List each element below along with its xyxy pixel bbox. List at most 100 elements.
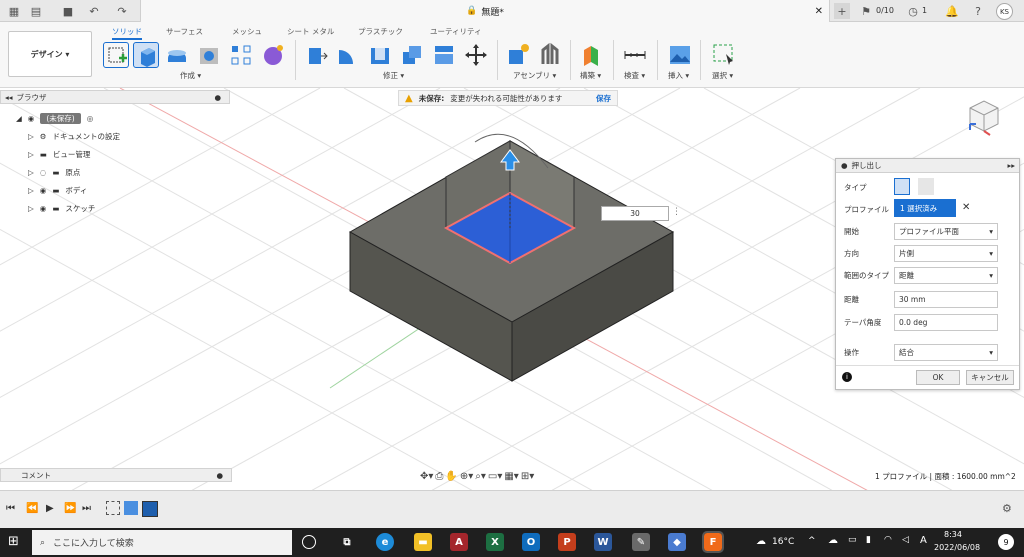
tree-item-named-views[interactable]: ▷ ▬ ビュー管理 [28, 147, 90, 161]
revolve-icon[interactable] [164, 42, 190, 68]
display-settings-icon[interactable]: ▭▾ [488, 471, 502, 482]
insert-image-icon[interactable] [667, 42, 693, 68]
fillet-icon[interactable] [335, 42, 361, 68]
tray-chevron-icon[interactable]: ^ [808, 536, 816, 546]
tab-solid[interactable]: ソリッド [112, 26, 142, 40]
cortana-icon[interactable] [302, 535, 316, 549]
timeline-current-extrude-icon[interactable] [142, 501, 158, 517]
create-sketch-icon[interactable] [103, 42, 129, 68]
onedrive-icon[interactable]: ☁ [828, 535, 838, 546]
wifi-icon[interactable]: ◠ [884, 535, 892, 545]
save-icon[interactable]: ■ [60, 3, 76, 19]
extrude-icon[interactable] [133, 42, 159, 68]
grid-icon[interactable]: ▦▾ [504, 471, 518, 482]
viewports-icon[interactable]: ⊞▾ [521, 471, 534, 482]
expand-icon[interactable]: ▷ [28, 204, 34, 213]
minimize-icon[interactable]: ● [841, 161, 848, 170]
file-icon[interactable]: ▤ [28, 3, 44, 19]
collapse-icon[interactable]: ◂◂ [5, 93, 13, 102]
extent-type-select[interactable]: 距離 ▾ [894, 266, 998, 284]
bell-icon[interactable]: 🔔 [944, 3, 960, 19]
tree-item-root[interactable]: ◢ ◉ (未保存) ◎ [16, 111, 93, 125]
form-icon[interactable] [260, 42, 286, 68]
group-inspect[interactable]: 検査 ▾ [624, 70, 645, 81]
last-icon[interactable]: ⏭ [82, 503, 91, 514]
eye-icon[interactable]: ◉ [40, 204, 47, 213]
battery-icon[interactable]: ▮ [866, 535, 871, 545]
combine-icon[interactable] [399, 42, 425, 68]
expand-icon[interactable]: ▷ [28, 132, 34, 141]
group-select[interactable]: 選択 ▾ [712, 70, 733, 81]
tree-item-sketches[interactable]: ▷ ◉ ▬ スケッチ [28, 201, 95, 215]
app-icon[interactable]: ◆ [668, 533, 686, 551]
hole-icon[interactable] [196, 42, 222, 68]
expand-icon[interactable]: ◢ [16, 114, 22, 123]
notification-badge[interactable]: 9 [998, 534, 1014, 550]
operation-select[interactable]: 結合 ▾ [894, 343, 998, 361]
taskbar-search[interactable]: ⌕ ここに入力して検索 [32, 530, 292, 555]
timeline-extrude-icon[interactable] [124, 501, 138, 515]
app-grid-icon[interactable]: ▦ [6, 3, 22, 19]
profile-selection[interactable]: 1 選択済み [894, 199, 956, 217]
undo-icon[interactable]: ↶ [86, 3, 102, 19]
tab-utility[interactable]: ユーティリティ [430, 26, 482, 37]
shell-icon[interactable] [367, 42, 393, 68]
document-tab[interactable]: 🔒 無題* ✕ [140, 0, 830, 22]
timeline-sketch-icon[interactable] [106, 501, 120, 515]
expand-icon[interactable]: ▷ [28, 150, 34, 159]
expand-icon[interactable]: ▸▸ [1007, 161, 1015, 170]
pattern-icon[interactable] [228, 42, 254, 68]
ime-indicator[interactable]: A [920, 535, 927, 546]
minimize-icon[interactable]: ● [214, 93, 221, 102]
look-at-icon[interactable]: ⎙ [435, 471, 443, 482]
group-create[interactable]: 作成 ▾ [180, 70, 201, 81]
task-view-icon[interactable]: ⧉ [338, 533, 356, 551]
eye-icon[interactable]: ◉ [40, 186, 47, 195]
job-status-icon[interactable]: ⚑ [858, 3, 874, 19]
save-link[interactable]: 保存 [596, 93, 611, 104]
comments-bar[interactable]: コメント ● [0, 468, 232, 482]
taper-angle-field[interactable]: 0.0 deg [894, 313, 998, 331]
weather-icon[interactable]: ☁ [756, 536, 766, 547]
plane-icon[interactable] [578, 42, 604, 68]
group-construct[interactable]: 構築 ▾ [580, 70, 601, 81]
help-icon[interactable]: ? [970, 3, 986, 19]
zoom-icon[interactable]: ⊕▾ [460, 471, 473, 482]
fit-icon[interactable]: ⌕▾ [475, 471, 486, 482]
redo-icon[interactable]: ↷ [114, 3, 130, 19]
tree-item-document-settings[interactable]: ▷ ⚙ ドキュメントの設定 [28, 129, 120, 143]
access-icon[interactable]: A [450, 533, 468, 551]
joint-icon[interactable] [537, 42, 563, 68]
group-modify[interactable]: 修正 ▾ [383, 70, 404, 81]
move-icon[interactable] [463, 42, 489, 68]
word-icon[interactable]: W [594, 533, 612, 551]
fusion360-icon[interactable]: F [702, 531, 724, 553]
clock-date[interactable]: 2022/06/08 [934, 543, 980, 552]
tab-mesh[interactable]: メッシュ [232, 26, 262, 37]
direction-select[interactable]: 片側 ▾ [894, 244, 998, 262]
start-select[interactable]: プロファイル平面 ▾ [894, 222, 998, 240]
view-cube[interactable] [962, 96, 1002, 136]
group-assemble[interactable]: アセンブリ ▾ [513, 70, 556, 81]
browser-header[interactable]: ◂◂ ブラウザ ● [0, 90, 230, 104]
measure-icon[interactable] [622, 42, 648, 68]
eye-icon[interactable]: ◉ [28, 114, 35, 123]
avatar[interactable]: KS [996, 3, 1013, 20]
eye-icon[interactable]: ◌ [40, 168, 47, 177]
paint-icon[interactable]: ✎ [632, 533, 650, 551]
volume-icon[interactable]: ◁ [902, 535, 909, 545]
distance-input[interactable]: 30 [601, 206, 669, 221]
cancel-button[interactable]: キャンセル [966, 370, 1014, 385]
tree-item-origin[interactable]: ▷ ◌ ▬ 原点 [28, 165, 80, 179]
excel-icon[interactable]: X [486, 533, 504, 551]
network-icon[interactable]: ▭ [848, 535, 857, 545]
select-icon[interactable] [711, 42, 737, 68]
close-tab-icon[interactable]: ✕ [815, 6, 823, 17]
next-icon[interactable]: ⏩ [64, 503, 76, 514]
group-insert[interactable]: 挿入 ▾ [668, 70, 689, 81]
orbit-icon[interactable]: ✥▾ [420, 471, 433, 482]
clock-time[interactable]: 8:34 [944, 530, 962, 539]
new-component-icon[interactable] [505, 42, 531, 68]
tab-sheet-metal[interactable]: シート メタル [287, 26, 334, 37]
design-workspace-button[interactable]: デザイン ▾ [8, 31, 92, 77]
